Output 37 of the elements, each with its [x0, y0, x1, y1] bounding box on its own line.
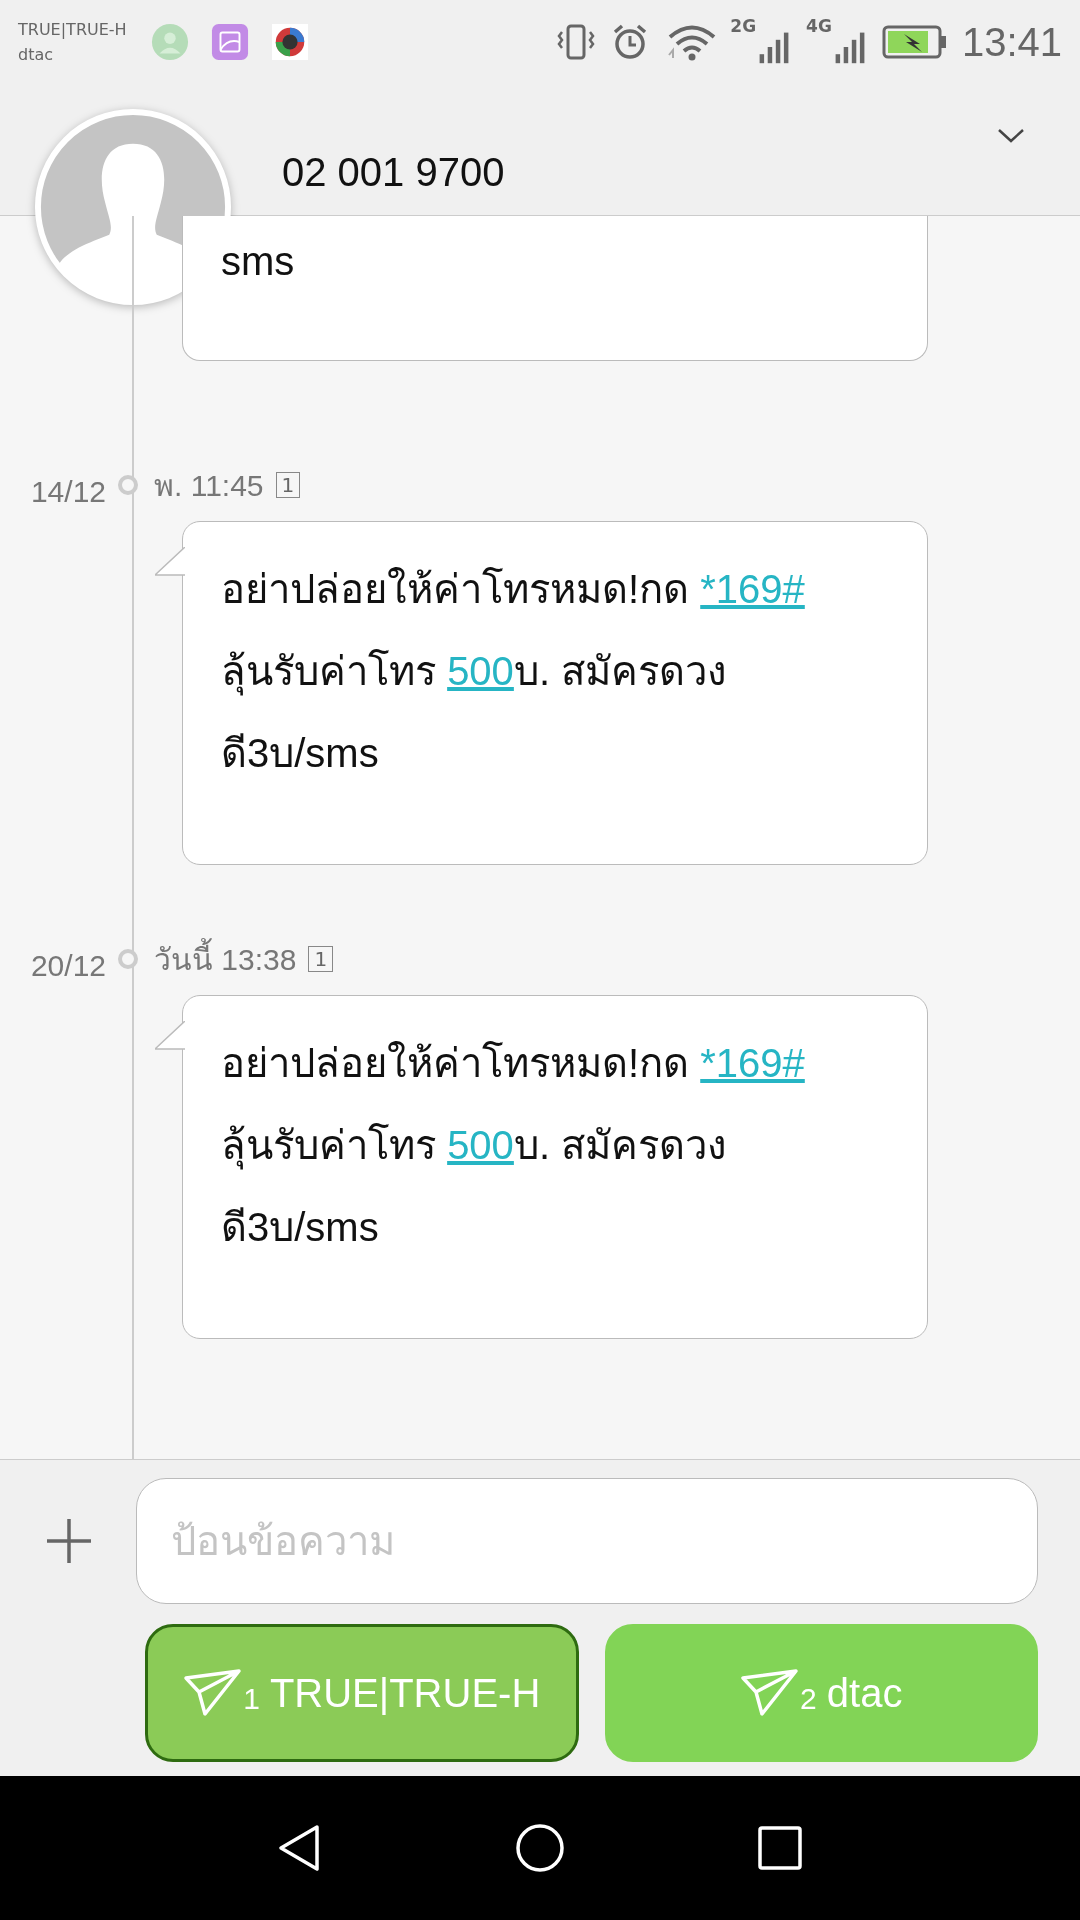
message-date: 20/12 — [29, 949, 106, 983]
message-text: อย่าปล่อยให้ค่าโทรหมด!กด *169# ลุ้นรับค่าโทร 500บ. สมัครดวงดี3บ/sms — [221, 566, 806, 777]
person-icon — [150, 23, 189, 61]
message-date: 14/12 — [29, 475, 106, 509]
vibrate-icon — [556, 22, 597, 62]
network-type-label: 2G — [730, 16, 757, 36]
add-icon[interactable] — [44, 1516, 94, 1566]
send-icon — [183, 1668, 244, 1718]
message-link[interactable]: *169# — [700, 1041, 805, 1085]
message-link[interactable]: 500 — [447, 649, 514, 693]
message-bubble[interactable]: sms — [182, 216, 928, 361]
send-button[interactable]: 2 dtac — [604, 1624, 1038, 1762]
bubble-tail — [155, 1021, 185, 1051]
channel-icon — [270, 23, 309, 61]
message-time: พ. 11:45 — [154, 467, 264, 504]
bubble-tail — [155, 547, 185, 577]
message-input[interactable]: ป้อนข้อความ — [136, 1478, 1038, 1604]
gallery-icon — [210, 23, 249, 61]
send-button[interactable]: 1 TRUE|TRUE-H — [145, 1624, 579, 1762]
sim-number-badge: 1 — [308, 946, 334, 972]
message-bubble[interactable]: อย่าปล่อยให้ค่าโทรหมด!กด *169# ลุ้นรับค่าโทร 500บ. สมัครดวงดี3บ/sms — [182, 521, 928, 865]
recent-apps-icon[interactable] — [755, 1823, 805, 1873]
home-icon[interactable] — [515, 1823, 565, 1873]
message-bubble[interactable]: อย่าปล่อยให้ค่าโทรหมด!กด *169# ลุ้นรับค่าโทร 500บ. สมัครดวงดี3บ/sms — [182, 995, 928, 1339]
contact-number: 02 001 9700 — [282, 150, 506, 195]
message-time: วันนี้ 13:38 — [154, 935, 297, 983]
message-text: sms — [221, 238, 296, 285]
carrier-name: TRUE|TRUE-H — [18, 20, 127, 39]
battery-charging-icon — [881, 24, 948, 60]
message-link[interactable]: *169# — [700, 567, 805, 611]
message-text: อย่าปล่อยให้ค่าโทรหมด!กด *169# ลุ้นรับค่าโทร 500บ. สมัครดวงดี3บ/sms — [221, 1040, 806, 1251]
send-icon — [740, 1668, 801, 1718]
network-type-label: 4G — [806, 16, 832, 36]
message-link[interactable]: 500 — [447, 1123, 514, 1167]
carrier-name: dtac — [18, 45, 55, 64]
clock: 13:41 — [961, 19, 1062, 65]
sim-number-badge: 1 — [275, 472, 301, 498]
